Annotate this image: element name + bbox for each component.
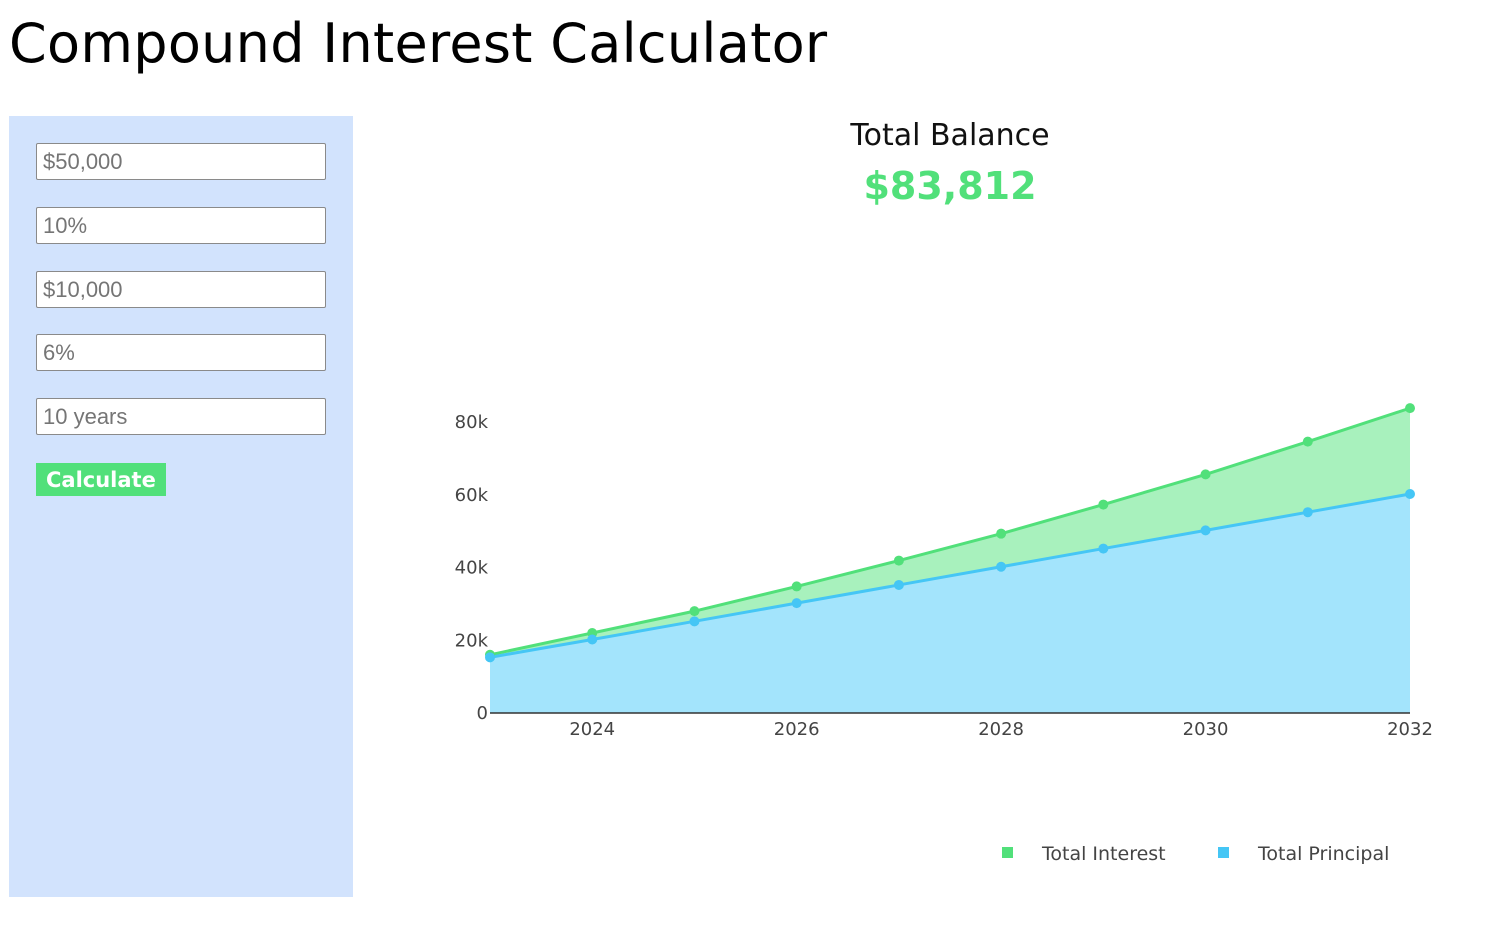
y-tick-label: 80k — [455, 412, 489, 433]
balance-chart: 2024 2026 2028 2030 2032 0 20k 40k 60k 80k Total… — [455, 403, 1433, 865]
x-axis-ticks: 2024 2026 2028 2030 2032 — [569, 719, 1433, 740]
total-principal-point[interactable] — [485, 652, 495, 663]
y-tick-label: 0 — [477, 703, 488, 724]
x-tick-label: 2028 — [978, 719, 1024, 740]
total-principal-point[interactable] — [996, 561, 1007, 572]
total-principal-point[interactable] — [1302, 507, 1313, 518]
total-interest-legend-label[interactable]: Total Interest — [1041, 843, 1166, 865]
x-tick-label: 2030 — [1183, 719, 1229, 740]
total-principal-legend-swatch[interactable] — [1218, 847, 1229, 858]
x-tick-label: 2024 — [569, 719, 615, 740]
total-interest-point[interactable] — [1098, 499, 1109, 510]
total-principal-point[interactable] — [1405, 489, 1415, 500]
x-tick-label: 2032 — [1387, 719, 1433, 740]
total-principal-point[interactable] — [587, 634, 598, 645]
total-principal-legend-label[interactable]: Total Principal — [1257, 843, 1389, 865]
total-principal-point[interactable] — [791, 598, 802, 609]
y-tick-label: 60k — [455, 485, 489, 506]
y-axis-ticks: 0 20k 40k 60k 80k — [455, 412, 489, 724]
y-tick-label: 20k — [455, 630, 489, 651]
total-interest-point[interactable] — [996, 528, 1007, 539]
total-interest-legend-swatch[interactable] — [1002, 847, 1013, 858]
total-principal-area — [490, 494, 1410, 713]
y-tick-label: 40k — [455, 558, 489, 579]
chart-legend: Total Interest Total Principal — [1002, 843, 1389, 865]
total-interest-point[interactable] — [1302, 436, 1313, 447]
total-interest-point[interactable] — [1200, 469, 1211, 480]
total-interest-point[interactable] — [1405, 403, 1415, 414]
total-interest-point[interactable] — [689, 606, 700, 617]
total-principal-point[interactable] — [893, 579, 904, 590]
total-principal-point[interactable] — [1200, 525, 1211, 536]
total-principal-point[interactable] — [1098, 543, 1109, 554]
total-interest-point[interactable] — [893, 555, 904, 566]
x-tick-label: 2026 — [774, 719, 820, 740]
total-principal-point[interactable] — [689, 616, 700, 627]
total-interest-point[interactable] — [791, 581, 802, 592]
